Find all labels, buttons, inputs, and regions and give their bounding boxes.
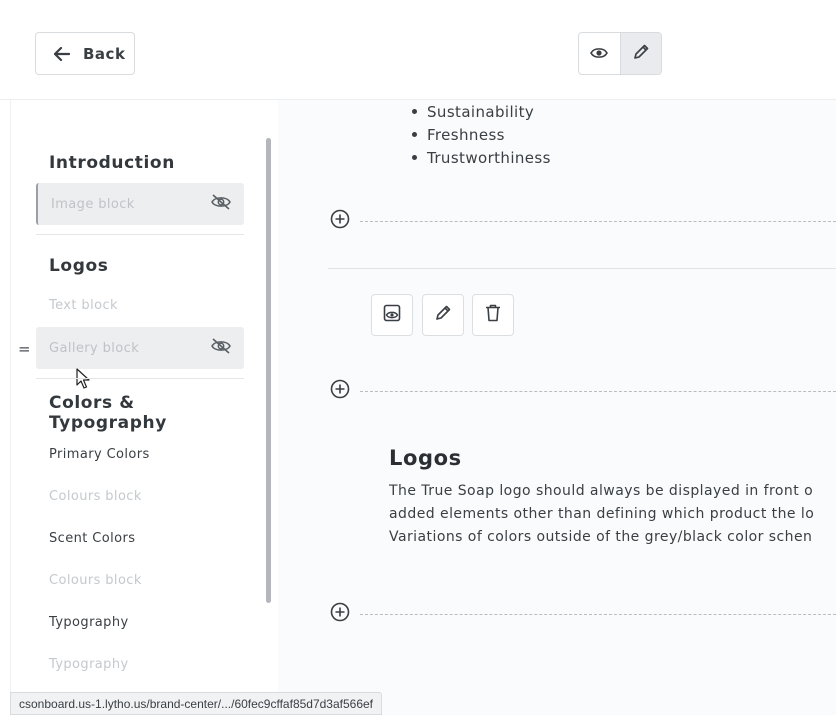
section-divider bbox=[36, 378, 244, 379]
toggle-visibility-button[interactable] bbox=[371, 294, 413, 336]
sidebar-item-text-block[interactable]: Text block bbox=[49, 298, 118, 313]
sidebar-item-label: Gallery block bbox=[49, 340, 140, 356]
list-item: Sustainability bbox=[412, 100, 551, 123]
section-divider bbox=[36, 234, 244, 235]
sidebar-item-label: Image block bbox=[51, 196, 135, 212]
section-introduction[interactable]: Introduction bbox=[49, 153, 175, 173]
logos-paragraph: The True Soap logo should always be disp… bbox=[389, 480, 836, 549]
status-url-bar: csonboard.us-1.lytho.us/brand-center/...… bbox=[10, 692, 383, 715]
list-item: Freshness bbox=[412, 123, 551, 146]
edit-mode-button[interactable] bbox=[619, 33, 661, 74]
mouse-cursor-icon bbox=[76, 368, 92, 394]
sidebar-item-colours-block[interactable]: Colours block bbox=[49, 573, 142, 588]
sidebar-scrollbar[interactable] bbox=[266, 138, 271, 603]
sidebar-item-colours-block[interactable]: Colours block bbox=[49, 489, 142, 504]
add-block-icon[interactable] bbox=[330, 379, 350, 403]
add-block-row bbox=[330, 209, 836, 233]
eye-off-icon[interactable] bbox=[210, 338, 232, 358]
pencil-icon bbox=[632, 43, 650, 65]
paragraph-line: Variations of colors outside of the grey… bbox=[389, 529, 813, 545]
sidebar-item-primary-colors[interactable]: Primary Colors bbox=[49, 447, 150, 462]
eye-icon bbox=[590, 44, 609, 63]
arrow-left-icon bbox=[54, 46, 70, 61]
sidebar-item-typography-block[interactable]: Typography bbox=[49, 657, 129, 672]
view-mode-toggle bbox=[578, 32, 662, 75]
paragraph-line: added elements other than defining which… bbox=[389, 506, 815, 522]
sidebar-item-typography[interactable]: Typography bbox=[49, 615, 129, 630]
pencil-icon bbox=[434, 304, 452, 326]
sidebar-item-gallery-block[interactable]: Gallery block bbox=[36, 327, 244, 369]
eye-off-icon[interactable] bbox=[210, 194, 232, 214]
back-button[interactable]: Back bbox=[35, 32, 135, 75]
trash-icon bbox=[484, 303, 502, 327]
section-colors-typography[interactable]: Colors & Typography bbox=[49, 393, 167, 433]
bullet-list: Sustainability Freshness Trustworthiness bbox=[412, 100, 551, 169]
paragraph-line: The True Soap logo should always be disp… bbox=[389, 483, 814, 499]
sidebar-item-scent-colors[interactable]: Scent Colors bbox=[49, 531, 135, 546]
delete-block-button[interactable] bbox=[472, 294, 514, 336]
preview-icon bbox=[382, 303, 402, 327]
logos-heading: Logos bbox=[389, 446, 462, 470]
drag-handle[interactable]: = bbox=[18, 340, 31, 358]
top-bar: Back bbox=[0, 0, 836, 100]
add-block-row bbox=[330, 379, 836, 403]
dashed-divider bbox=[360, 613, 836, 615]
add-block-icon[interactable] bbox=[330, 602, 350, 626]
edit-block-button[interactable] bbox=[422, 294, 464, 336]
section-logos[interactable]: Logos bbox=[49, 256, 108, 276]
list-item: Trustworthiness bbox=[412, 146, 551, 169]
dashed-divider bbox=[360, 390, 836, 392]
add-block-icon[interactable] bbox=[330, 209, 350, 233]
sidebar-item-image-block[interactable]: Image block bbox=[36, 183, 244, 225]
dashed-divider bbox=[360, 220, 836, 222]
preview-mode-button[interactable] bbox=[579, 33, 620, 74]
block-separator bbox=[328, 268, 836, 269]
back-label: Back bbox=[83, 44, 126, 63]
add-block-row bbox=[330, 602, 836, 626]
